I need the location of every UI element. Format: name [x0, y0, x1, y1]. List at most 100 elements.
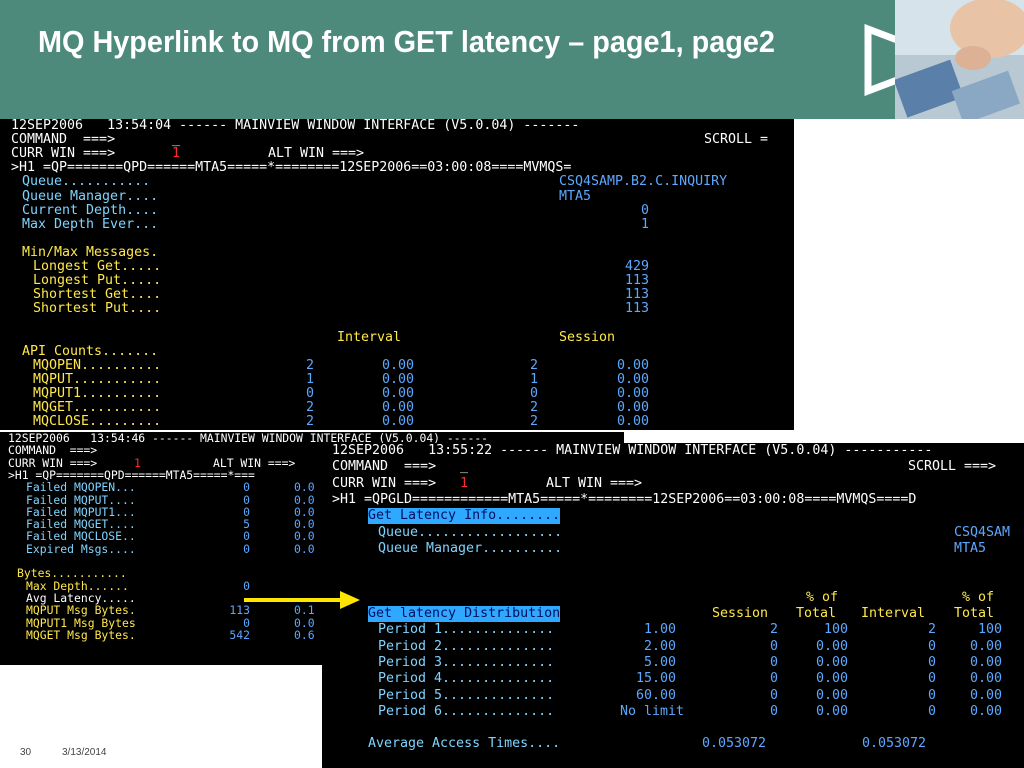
period-row-label: Period 6.............. [378, 703, 555, 719]
failed-row-rate: 0.0 [294, 480, 315, 495]
period-row-interval-pct: 0.00 [969, 703, 1002, 719]
period-row-interval-pct: 0.00 [969, 687, 1002, 703]
session-total-header: Total [796, 606, 837, 621]
api-row-session-rate: 0.00 [616, 414, 649, 430]
command-input[interactable]: _ [460, 459, 468, 475]
period-row-limit: 15.00 [635, 671, 676, 687]
window1-header: 12SEP2006 13:54:04 ------ MAINVIEW WINDO… [11, 119, 580, 133]
shortput-label: Shortest Put.... [33, 301, 162, 317]
put1bytes-label: MQPUT1 Msg Bytes [26, 615, 136, 630]
failed-row-rate: 0.0 [294, 529, 315, 544]
queue-label: Queue.................. [378, 524, 563, 540]
put1bytes-value: 0 [243, 615, 250, 630]
scroll-label: SCROLL = [704, 132, 769, 148]
longget-value: 429 [624, 259, 649, 274]
queue-value[interactable]: CSQ4SAM [954, 525, 1010, 541]
period-row-label: Period 4.............. [378, 671, 555, 687]
qmgr-value[interactable]: MTA5 [559, 189, 591, 204]
qmgr-label: Queue Manager.... [22, 188, 159, 204]
currwin-label: CURR WIN ===> [11, 146, 116, 162]
period-row-session-pct: 0.00 [815, 703, 848, 719]
api-row-interval-count: 1 [305, 371, 314, 387]
period-row-session-pct: 100 [823, 622, 848, 638]
hand-photo [895, 0, 1024, 119]
slide-title: MQ Hyperlink to MQ from GET latency – pa… [38, 24, 775, 59]
curdepth-value: 0 [640, 202, 649, 218]
api-row-session-count: 0 [529, 385, 538, 401]
average-interval-value: 0.053072 [862, 736, 927, 752]
qmgr-label: Queue Manager.......... [378, 540, 563, 556]
command-label: COMMAND ===> [8, 443, 98, 458]
maxdepth-label: Max Depth Ever... [22, 216, 159, 232]
period-row-session: 0 [769, 671, 778, 687]
api-row-interval-rate: 0.00 [381, 385, 414, 401]
period-row-interval-pct: 0.00 [969, 654, 1002, 670]
longget-label: Longest Get..... [33, 259, 162, 274]
curdepth-label: Current Depth.... [22, 202, 159, 218]
period-row-interval: 2 [927, 622, 936, 638]
status-line: >H1 =QP=======QPD======MTA5=====*=======… [11, 160, 572, 176]
api-row-session-rate: 0.00 [616, 371, 649, 387]
period-row-interval: 0 [927, 687, 936, 703]
qmgr-value[interactable]: MTA5 [954, 541, 986, 557]
period-row-interval-pct: 0.00 [969, 671, 1002, 687]
interval-header: Interval [337, 329, 402, 345]
currwin-input[interactable]: 1 [172, 147, 180, 161]
period-row-interval: 0 [927, 654, 936, 670]
command-label: COMMAND ===> [11, 132, 116, 148]
mainview-window-3: 12SEP2006 13:55:22 ------ MAINVIEW WINDO… [322, 443, 1024, 768]
api-row-label: MQGET........... [33, 400, 162, 415]
interval-header: Interval [861, 606, 926, 621]
period-row-session-pct: 0.00 [815, 638, 848, 654]
period-row-interval: 0 [927, 638, 936, 654]
failed-row-count: 0 [243, 492, 250, 507]
api-row-interval-count: 0 [305, 385, 314, 401]
period-row-limit: 2.00 [643, 638, 676, 654]
failed-row-label: Failed MQPUT.... [26, 492, 136, 507]
session-header: Session [712, 606, 769, 621]
period-row-interval: 0 [927, 703, 936, 719]
period-row-label: Period 5.............. [378, 687, 555, 703]
getbytes-rate: 0.6 [294, 627, 315, 642]
average-access-times-label: Average Access Times.... [368, 736, 561, 752]
api-row-session-count: 2 [529, 400, 538, 415]
period-row-session-pct: 0.00 [815, 654, 848, 670]
api-row-session-count: 2 [529, 414, 538, 430]
command-input[interactable]: _ [172, 132, 180, 147]
window3-header: 12SEP2006 13:55:22 ------ MAINVIEW WINDO… [332, 443, 933, 458]
getbytes-label: MQGET Msg Bytes. [26, 627, 136, 642]
putbytes-label: MQPUT Msg Bytes. [26, 603, 136, 618]
get-latency-distribution-label: Get latency Distribution [368, 606, 561, 623]
period-row-label: Period 2.............. [378, 638, 555, 654]
scroll-label: SCROLL ===> [908, 459, 997, 475]
queue-value[interactable]: CSQ4SAMP.B2.C.INQUIRY [559, 175, 727, 189]
longput-label: Longest Put..... [33, 273, 162, 289]
api-counts-label: API Counts....... [22, 343, 159, 359]
period-row-limit: 5.00 [643, 654, 676, 670]
longput-value: 113 [624, 273, 649, 289]
altwin-label: ALT WIN ===> [546, 475, 643, 491]
period-row-session: 0 [769, 703, 778, 719]
queue-label: Queue........... [22, 174, 151, 190]
average-session-value: 0.053072 [702, 736, 767, 752]
period-row-interval-pct: 100 [977, 622, 1002, 638]
api-row-interval-rate: 0.00 [381, 414, 414, 430]
period-row-interval-pct: 0.00 [969, 638, 1002, 654]
api-row-label: MQCLOSE......... [33, 414, 162, 430]
session-pct-of-label: % of [806, 589, 839, 605]
getbytes-value: 542 [229, 627, 250, 642]
api-row-label: MQPUT1.......... [33, 385, 162, 401]
maxdepth-value: 1 [640, 216, 649, 232]
api-row-session-rate: 0.00 [616, 385, 649, 401]
right-arrow-icon [244, 591, 360, 609]
period-row-interval: 0 [927, 671, 936, 687]
put1bytes-rate: 0.0 [294, 615, 315, 630]
period-row-session: 2 [769, 622, 778, 638]
mainview-window-1: 12SEP2006 13:54:04 ------ MAINVIEW WINDO… [0, 119, 794, 430]
api-row-session-rate: 0.00 [616, 357, 649, 373]
period-row-limit: No limit [619, 703, 684, 719]
currwin-input[interactable]: 1 [460, 476, 468, 492]
command-label: COMMAND ===> [332, 459, 437, 475]
session-header: Session [559, 329, 616, 345]
interval-total-header: Total [954, 606, 995, 621]
